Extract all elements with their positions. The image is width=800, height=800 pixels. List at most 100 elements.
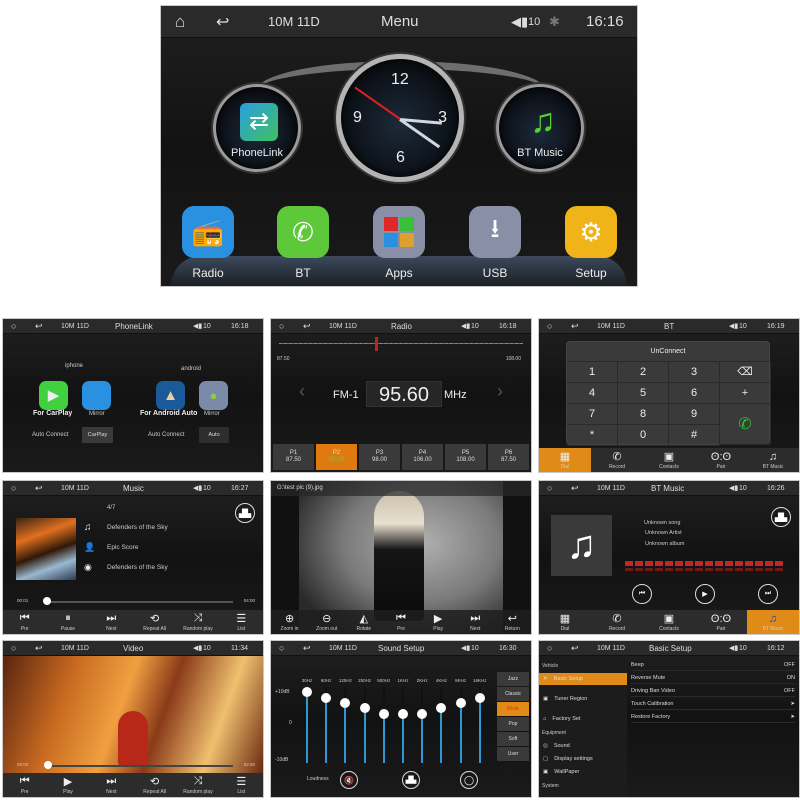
equalizer-button[interactable]: ▟▙	[235, 503, 255, 523]
previous-button[interactable]: ⏮	[632, 584, 652, 604]
eq-band-slider[interactable]: 250Hz	[358, 678, 371, 763]
eq-band-slider[interactable]: 8KHz	[455, 678, 467, 763]
tab-bt-music[interactable]: ♫ BT Music	[747, 610, 799, 634]
volume-icon[interactable]: ◀▮	[729, 644, 738, 652]
preset-5-button[interactable]: P5 108.00	[445, 444, 486, 470]
shuffle-button[interactable]: ⤨ Random play	[176, 773, 219, 797]
eq-knob[interactable]	[436, 703, 447, 714]
tab-contacts[interactable]: ▣ Contacts	[643, 610, 695, 634]
zoom-out-button[interactable]: ⊖ Zoom out	[308, 610, 345, 634]
previous-button[interactable]: ⏮ Pre	[3, 610, 46, 634]
next-button[interactable]: ⏭ Next	[90, 610, 133, 634]
list-button[interactable]: ☰ List	[220, 610, 263, 634]
eq-band-slider[interactable]: 125Hz	[339, 678, 352, 763]
dial-key[interactable]: 3	[669, 362, 720, 383]
seek-next-button[interactable]: ›	[497, 381, 503, 402]
tab-pair[interactable]: ʘ:ʘ Pair	[695, 448, 747, 472]
eq-knob[interactable]	[455, 697, 466, 708]
eq-knob[interactable]	[359, 703, 370, 714]
eq-knob[interactable]	[378, 708, 389, 719]
eq-band-slider[interactable]: 2KHz	[416, 678, 428, 763]
previous-button[interactable]: ⏮ Pre	[3, 773, 46, 797]
phonelink-widget[interactable]: ⇄ PhoneLink	[213, 84, 301, 172]
volume-icon[interactable]: ◀▮	[193, 322, 202, 330]
dial-key[interactable]: 1	[567, 362, 618, 383]
back-icon[interactable]: ↩	[216, 12, 229, 32]
eq-band-slider[interactable]: 60Hz	[320, 678, 332, 763]
volume-icon[interactable]: ◀▮	[461, 644, 470, 652]
back-icon[interactable]: ↩	[571, 321, 579, 332]
preset-rock[interactable]: Rock	[497, 702, 529, 716]
tab-bt-music[interactable]: ♫ BT Music	[747, 448, 799, 472]
back-icon[interactable]: ↩	[571, 643, 579, 654]
plus-button[interactable]: +	[720, 383, 771, 404]
carplay-button[interactable]: ▶	[39, 381, 68, 410]
dial-key[interactable]: 6	[669, 383, 720, 404]
menu-tuner-region[interactable]: ▣ Tuner Region	[539, 693, 627, 705]
eq-band-slider[interactable]: 30Hz	[301, 678, 313, 763]
preset-6-button[interactable]: P6 87.50	[488, 444, 529, 470]
tab-contacts[interactable]: ▣ Contacts	[643, 448, 695, 472]
home-icon[interactable]: ○	[547, 643, 552, 653]
eq-knob[interactable]	[474, 692, 485, 703]
setting-restore-factory[interactable]: Restore Factory ➤	[631, 711, 795, 723]
dial-key[interactable]: 2	[618, 362, 669, 383]
volume-icon[interactable]: ◀▮	[729, 484, 738, 492]
progress-track[interactable]	[48, 765, 233, 767]
eq-knob[interactable]	[302, 687, 312, 698]
eq-knob[interactable]	[417, 708, 428, 719]
home-icon[interactable]: ⌂	[175, 12, 185, 32]
eq-knob[interactable]	[340, 697, 351, 708]
home-icon[interactable]: ○	[547, 321, 552, 331]
play-button[interactable]: ▶	[695, 584, 715, 604]
back-icon[interactable]: ↩	[35, 483, 43, 494]
back-icon[interactable]: ↩	[35, 321, 43, 332]
next-button[interactable]: ⏭	[758, 584, 778, 604]
menu-factory-set[interactable]: ⌂ Factory Set	[539, 713, 627, 725]
home-icon[interactable]: ○	[279, 321, 284, 331]
next-button[interactable]: ⏭ Next	[457, 610, 494, 634]
eq-knob[interactable]	[321, 692, 332, 703]
tuner-needle[interactable]	[374, 337, 378, 351]
dial-key[interactable]: #	[669, 425, 720, 446]
menu-display-settings[interactable]: ▢ Display settings	[539, 753, 627, 765]
usb-app-button[interactable]: ⭳	[469, 206, 521, 258]
dial-key[interactable]: 7	[567, 404, 618, 425]
preset-soft[interactable]: Soft	[497, 732, 529, 746]
setting-beep[interactable]: Beep OFF	[631, 659, 795, 671]
apps-app-button[interactable]	[373, 206, 425, 258]
home-icon[interactable]: ○	[279, 643, 284, 653]
iphone-mirror-button[interactable]	[82, 381, 111, 410]
dial-key[interactable]: 0	[618, 425, 669, 446]
play-button[interactable]: ▶ Play	[46, 773, 89, 797]
back-icon[interactable]: ↩	[35, 643, 43, 654]
progress-knob[interactable]	[44, 761, 52, 769]
eq-band-slider[interactable]: 1KHz	[397, 678, 409, 763]
dial-key[interactable]: 9	[669, 404, 720, 425]
eq-band-slider[interactable]: 16KHz	[473, 678, 487, 763]
iphone-auto-connect-select[interactable]: CarPlay	[82, 427, 113, 443]
setting-reverse-mute[interactable]: Reverse Mute ON	[631, 672, 795, 684]
volume-icon[interactable]: ◀▮	[729, 322, 738, 330]
call-button[interactable]: ✆	[720, 404, 771, 445]
repeat-button[interactable]: ⟲ Repeat All	[133, 773, 176, 797]
menu-basic-setup[interactable]: ✕ Basic Setup	[539, 673, 627, 685]
balance-button[interactable]: ◯	[460, 771, 478, 789]
android-auto-button[interactable]: ▲	[156, 381, 185, 410]
dial-key[interactable]: 8	[618, 404, 669, 425]
dial-key[interactable]: 5	[618, 383, 669, 404]
back-icon[interactable]: ↩	[571, 483, 579, 494]
android-mirror-button[interactable]: ●	[199, 381, 228, 410]
rotate-button[interactable]: ◭ Rotate	[345, 610, 382, 634]
seek-prev-button[interactable]: ‹	[299, 381, 305, 402]
return-button[interactable]: ↩ Return	[494, 610, 531, 634]
pause-button[interactable]: ⏸ Pause	[46, 610, 89, 634]
progress-track[interactable]	[45, 601, 233, 603]
dial-key[interactable]: *	[567, 425, 618, 446]
backspace-button[interactable]: ⌫	[720, 362, 771, 383]
radio-app-button[interactable]: 📻	[182, 206, 234, 258]
eq-band-slider[interactable]: 500Hz	[377, 678, 390, 763]
tab-record[interactable]: ✆ Record	[591, 448, 643, 472]
preset-1-button[interactable]: P1 87.50	[273, 444, 314, 470]
preset-4-button[interactable]: P4 106.00	[402, 444, 443, 470]
